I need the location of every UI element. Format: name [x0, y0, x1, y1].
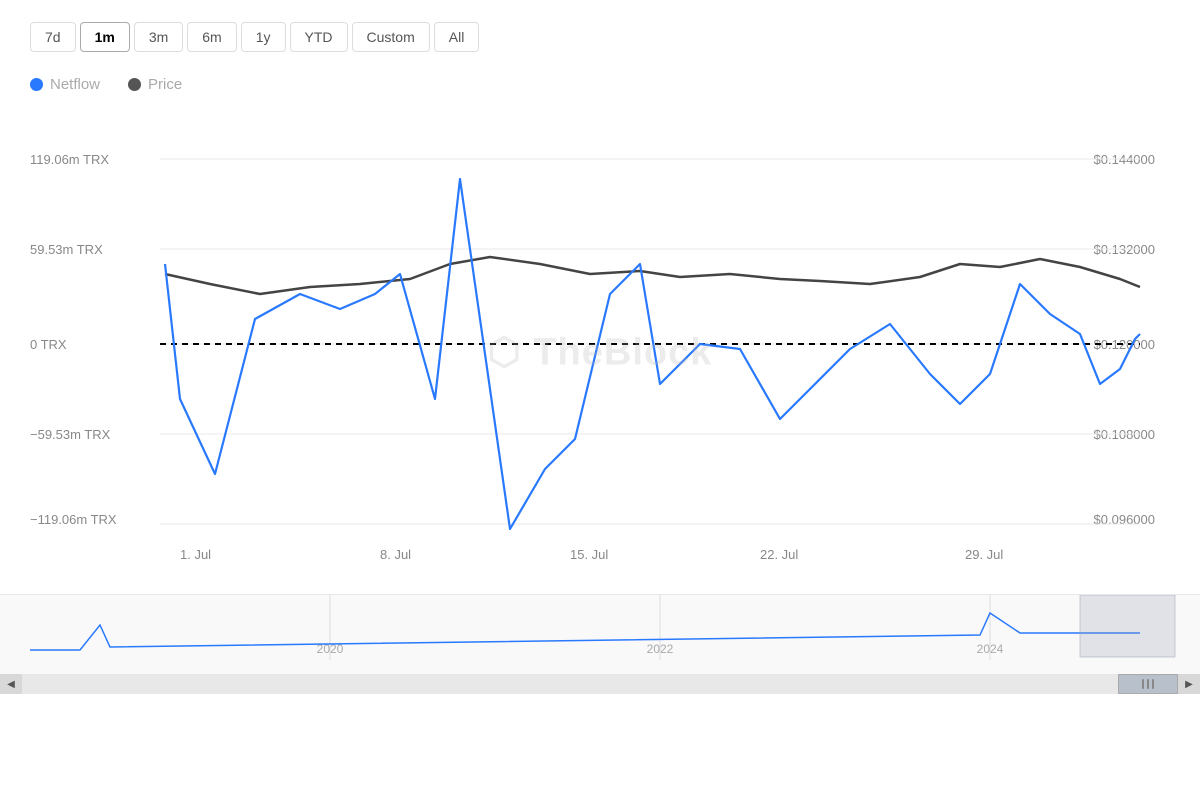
y-label-mid-left: 0 TRX	[30, 337, 67, 352]
time-btn-custom[interactable]: Custom	[352, 22, 430, 52]
y-label-bot-right: $0.096000	[1094, 512, 1155, 527]
x-label-5: 29. Jul	[965, 547, 1003, 562]
y-label-bot-left: −119.06m TRX	[30, 512, 117, 527]
scroll-thumb[interactable]	[1118, 674, 1178, 694]
price-label: Price	[148, 76, 182, 93]
legend-price: Price	[128, 76, 182, 93]
y-label-4-left: −59.53m TRX	[30, 427, 111, 442]
navigator-scrollbar: ◀ ▶	[0, 674, 1200, 694]
time-btn-3m[interactable]: 3m	[134, 22, 183, 52]
y-label-top-left: 119.06m TRX	[30, 152, 109, 167]
grip-3	[1152, 679, 1154, 689]
main-chart-svg: 119.06m TRX 59.53m TRX 0 TRX −59.53m TRX…	[0, 109, 1200, 589]
scroll-left-arrow[interactable]: ◀	[0, 674, 22, 694]
scroll-track	[22, 674, 1178, 694]
netflow-label: Netflow	[50, 76, 100, 93]
time-btn-7d[interactable]: 7d	[30, 22, 76, 52]
nav-year-2022: 2022	[647, 642, 674, 656]
scroll-right-arrow[interactable]: ▶	[1178, 674, 1200, 694]
nav-year-2024: 2024	[977, 642, 1004, 656]
time-btn-1y[interactable]: 1y	[241, 22, 286, 52]
price-dot	[128, 78, 141, 91]
grip-2	[1147, 679, 1149, 689]
x-label-3: 15. Jul	[570, 547, 608, 562]
main-chart-container: ⬡ TheBlock 119.06m TRX 59.53m TRX 0 TRX …	[0, 109, 1200, 594]
netflow-line	[165, 179, 1140, 529]
legend: Netflow Price	[0, 62, 1200, 99]
y-label-2-left: 59.53m TRX	[30, 242, 103, 257]
nav-bg	[0, 595, 1200, 675]
legend-netflow: Netflow	[30, 76, 100, 93]
time-btn-ytd[interactable]: YTD	[290, 22, 348, 52]
navigator-svg: 2020 2022 2024	[0, 595, 1200, 675]
time-btn-all[interactable]: All	[434, 22, 480, 52]
price-line	[165, 257, 1140, 294]
navigator-area: 2020 2022 2024 ◀ ▶	[0, 594, 1200, 694]
x-label-1: 1. Jul	[180, 547, 211, 562]
time-btn-1m[interactable]: 1m	[80, 22, 130, 52]
nav-selection[interactable]	[1080, 595, 1175, 657]
time-btn-6m[interactable]: 6m	[187, 22, 236, 52]
x-label-4: 22. Jul	[760, 547, 798, 562]
netflow-dot	[30, 78, 43, 91]
time-range-bar: 7d1m3m6m1yYTDCustomAll	[0, 0, 1200, 62]
grip-1	[1142, 679, 1144, 689]
x-label-2: 8. Jul	[380, 547, 411, 562]
